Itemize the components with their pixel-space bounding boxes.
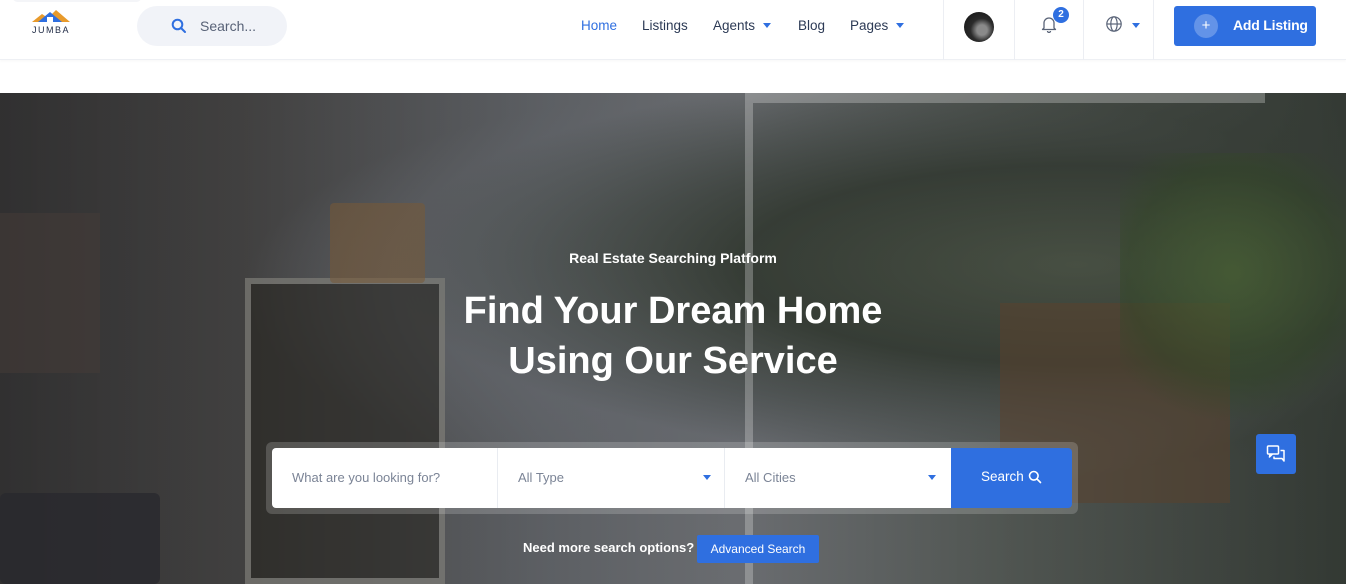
notification-badge: 2 [1053,7,1069,23]
nav-pages-label: Pages [850,18,889,33]
type-select-value: All Type [518,470,565,485]
divider [1153,0,1154,60]
add-listing-button[interactable]: + Add Listing [1174,6,1316,46]
chat-button[interactable] [1256,434,1296,474]
hero-title-line-1: Find Your Dream Home [463,290,883,332]
top-tab-strip [12,0,142,2]
plus-icon: + [1194,14,1218,38]
hero-title-line-2: Using Our Service [508,340,838,382]
nav-home[interactable]: Home [581,17,617,35]
hero-section: Real Estate Searching Platform Find Your… [0,93,1346,584]
site-header: JUMBA Search... Home Listings Agents Blo… [0,0,1346,60]
chevron-down-icon [703,475,711,480]
keyword-placeholder: What are you looking for? [292,470,441,485]
nav-agents-label: Agents [713,18,756,33]
chat-icon [1266,445,1285,462]
city-select-value: All Cities [745,470,796,485]
city-select[interactable]: All Cities [725,448,951,508]
add-listing-label: Add Listing [1233,17,1308,33]
chevron-down-icon[interactable] [1132,23,1140,28]
chevron-down-icon [896,23,905,28]
search-input[interactable]: Search... [200,18,256,34]
globe-icon[interactable] [1105,15,1123,33]
hero-title: Find Your Dream Home Using Our Service [0,286,1346,386]
logo-house-icon [32,10,70,22]
logo-text: JUMBA [32,25,71,35]
divider [943,0,944,60]
nav-blog[interactable]: Blog [798,17,825,35]
hero-search-label: Search [981,469,1024,484]
suitcase-stack-shape [330,203,425,283]
search-icon [171,18,186,33]
hero-search-button[interactable]: Search [951,448,1072,508]
more-options-text: Need more search options? [523,540,695,555]
keyword-field[interactable]: What are you looking for? [272,448,498,508]
divider [1083,0,1084,60]
avatar[interactable] [964,12,994,42]
sofa-shape [0,493,160,584]
logo[interactable]: JUMBA [30,6,78,38]
nav-agents[interactable]: Agents [713,17,772,35]
type-select[interactable]: All Type [498,448,725,508]
chevron-down-icon [763,23,772,28]
nav-pages[interactable]: Pages [850,17,905,35]
nav-listings[interactable]: Listings [642,17,688,35]
hero-subtitle: Real Estate Searching Platform [569,250,777,266]
search-icon [1028,470,1042,484]
divider [1014,0,1015,60]
chevron-down-icon [928,475,936,480]
header-search[interactable]: Search... [137,6,287,46]
advanced-search-button[interactable]: Advanced Search [697,535,819,563]
